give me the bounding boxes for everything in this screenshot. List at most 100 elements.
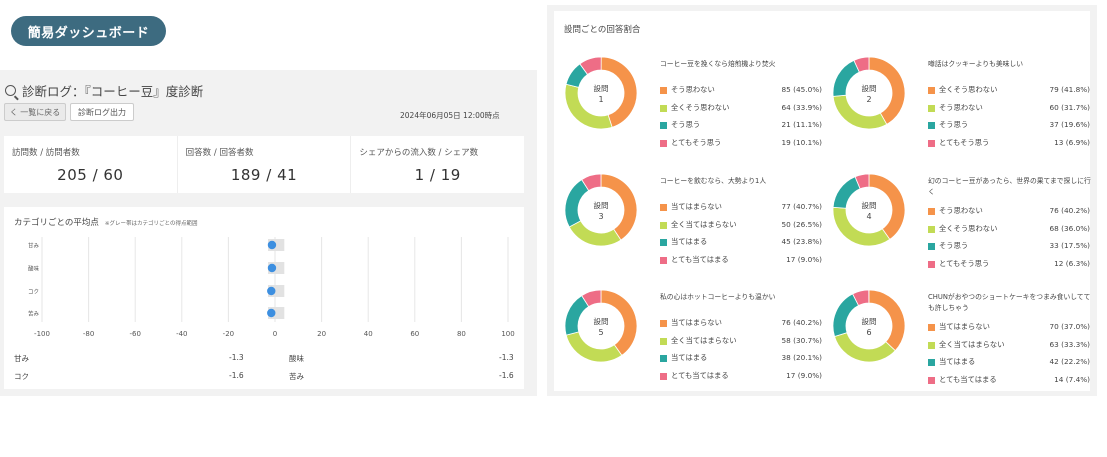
legend-swatch [660,337,667,345]
answer-legend: 全くそう思わない 79 (41.8%) そう思わない 60 (31.7%) そう思う 37… [928,85,1090,155]
legend-label: 当てはまらない [939,322,990,331]
dashboard-badge: 簡易ダッシュボード [11,16,166,46]
x-tick-label: 100 [501,330,514,338]
average-dot [267,286,276,296]
legend-value: 42 (22.2%) [1049,357,1090,366]
legend-swatch [928,104,935,112]
table-row: コク -1.6 苦み -1.6 [14,369,519,387]
diagnosis-search-icon [5,85,16,96]
donut-slice [565,331,623,363]
legend-swatch [660,256,667,264]
legend-value: 76 (40.2%) [781,318,822,327]
legend-label: 当てはまる [671,237,708,246]
donut-slice [834,332,896,363]
question-title: コーヒー豆を挽くなら焙煎機より焚火 [660,60,776,68]
legend-swatch [660,355,667,362]
legend-value: 17 (9.0%) [786,254,822,264]
legend-label: とても当てはまる [671,254,729,264]
stat-label: 回答数 / 回答者数 [185,148,254,158]
legend-label: そう思わない [939,206,983,215]
export-log-button[interactable]: 診断ログ出力 [70,103,134,121]
answer-legend: そう思わない 85 (45.0%) 全くそう思わない 64 (33.9%) そう思う 21… [660,85,822,155]
legend-item: 全くそう思わない 79 (41.8%) [928,85,1090,103]
legend-label: 全くそう思わない [939,223,998,233]
back-to-list-button[interactable]: く 一覧に戻る [4,103,66,121]
legend-swatch [660,239,667,246]
stats-card: 訪問数 / 訪問者数 205 / 60 回答数 / 回答者数 189 / 41 … [4,136,524,193]
legend-value: 77 (40.7%) [781,202,822,211]
legend-label: 当てはまる [939,357,976,366]
question-title: コーヒーを飲むなら、大勢より1人 [660,177,767,185]
legend-label: とてもそう思う [939,137,990,147]
category-axis-label: コク [28,289,39,296]
stat-label: 訪問数 / 訪問者数 [12,148,80,158]
answer-donut-chart: 設問 4 [832,173,906,247]
x-tick-label: 60 [410,330,419,338]
legend-value: 85 (45.0%) [781,85,822,94]
page-title-text: 診断ログ：『コーヒー豆』度診断 [22,84,204,99]
category-axis-label: 甘み [28,242,40,250]
question-title: CHUNがおやつのショートケーキをつまみ食いしてても許しちゃう [928,293,1091,312]
donut-center-label: 設問 [594,200,609,210]
legend-swatch [660,204,667,211]
answer-donut-chart: 設問 1 [564,56,638,130]
category-average-chart: -100 -80 -60 -40 -20 0 20 40 60 80 100 甘み酸味コク苦み [28,237,515,338]
average-dot [267,308,276,318]
legend-swatch [928,122,935,129]
category-average-card: -100 -80 -60 -40 -20 0 20 40 60 80 100 甘み 酸味 コク 苦み カテゴ… [4,207,524,389]
legend-value: 63 (33.3%) [1049,339,1090,349]
legend-label: 全く当てはまらない [671,219,737,229]
x-tick-label: 80 [457,330,466,338]
legend-item: とてもそう思う 13 (6.9%) [928,138,1090,156]
legend-item: そう思わない 85 (45.0%) [660,85,822,103]
legend-item: 当てはまる 45 (23.8%) [660,237,822,255]
x-tick-label: 0 [273,330,277,338]
legend-label: 当てはまらない [671,202,722,211]
legend-swatch [660,87,667,94]
x-tick-label: 20 [317,330,326,338]
questions-header: 設問ごとの回答割合 [564,25,641,35]
question-block: 設問 1 コーヒー豆を挽くなら焙煎機より焚火そう思わない 85 (45.0%) 全くそう… [564,55,826,167]
question-title: 私の心はホットコーヒーよりも温かい [660,293,776,301]
donut-slice [568,220,622,247]
legend-swatch [660,372,667,380]
x-tick-label: -100 [34,330,50,338]
question-block: 設問 6 CHUNがおやつのショートケーキをつまみ食いしてても許しちゃう 当てはまらな… [832,288,1094,400]
category-axis-label: 酸味 [28,265,40,273]
average-dot [267,240,277,250]
donut-slice [832,94,888,130]
category-note: ※グレー帯はカテゴリごとの得点範囲 [104,221,198,227]
category-value: -1.3 [229,353,244,362]
legend-item: 全くそう思わない 64 (33.9%) [660,103,822,121]
legend-value: 64 (33.9%) [781,102,822,112]
page-title: 診断ログ：『コーヒー豆』度診断 [5,81,203,100]
legend-label: 当てはまる [671,353,708,362]
legend-label: 当てはまらない [671,318,722,327]
legend-item: とても当てはまる 14 (7.4%) [928,375,1090,393]
answer-donut-chart: 設問 3 [564,173,638,247]
legend-item: 全く当てはまらない 50 (26.5%) [660,220,822,238]
stat-label: シェアからの流入数 / シェア数 [359,148,479,158]
legend-label: そう思わない [671,85,715,94]
average-dot [267,263,277,273]
question-block: 設問 5 私の心はホットコーヒーよりも温かい 当てはまらない 76 (40.2%) 全く当… [564,288,826,400]
legend-value: 19 (10.1%) [781,137,822,147]
questions-card: 設問ごとの回答割合 設問 1 コーヒー豆を挽くなら焙煎機より焚火そう思わない 85 (… [554,11,1091,391]
legend-label: 全く当てはまらない [939,339,1005,349]
timestamp: 2024年06月05日 12:00時点 [400,111,500,120]
legend-item: 全く当てはまらない 58 (30.7%) [660,336,822,354]
stat-value: 205 / 60 [57,166,124,184]
stat-answers: 回答数 / 回答者数 189 / 41 [178,136,352,193]
donut-center-number: 2 [866,95,871,104]
legend-value: 60 (31.7%) [1049,102,1090,112]
legend-label: 全く当てはまらない [671,335,737,345]
stat-value: 189 / 41 [230,166,298,184]
question-block: 設問 2 噂話はクッキーよりも美味しい 全くそう思わない 79 (41.8%) そう思わな… [832,55,1094,167]
donut-center-label: 設問 [862,83,877,93]
donut-center-label: 設問 [862,316,877,326]
legend-value: 68 (36.0%) [1049,223,1090,233]
answer-legend: そう思わない 76 (40.2%) 全くそう思わない 68 (36.0%) そう思う 33… [928,206,1090,276]
category-label: 酸味 [289,354,304,363]
question-block: 設問 4 幻のコーヒー豆があったら、世界の果てまで探しに行く そう思わない 76 (40… [832,172,1094,284]
legend-item: 全くそう思わない 68 (36.0%) [928,224,1090,242]
